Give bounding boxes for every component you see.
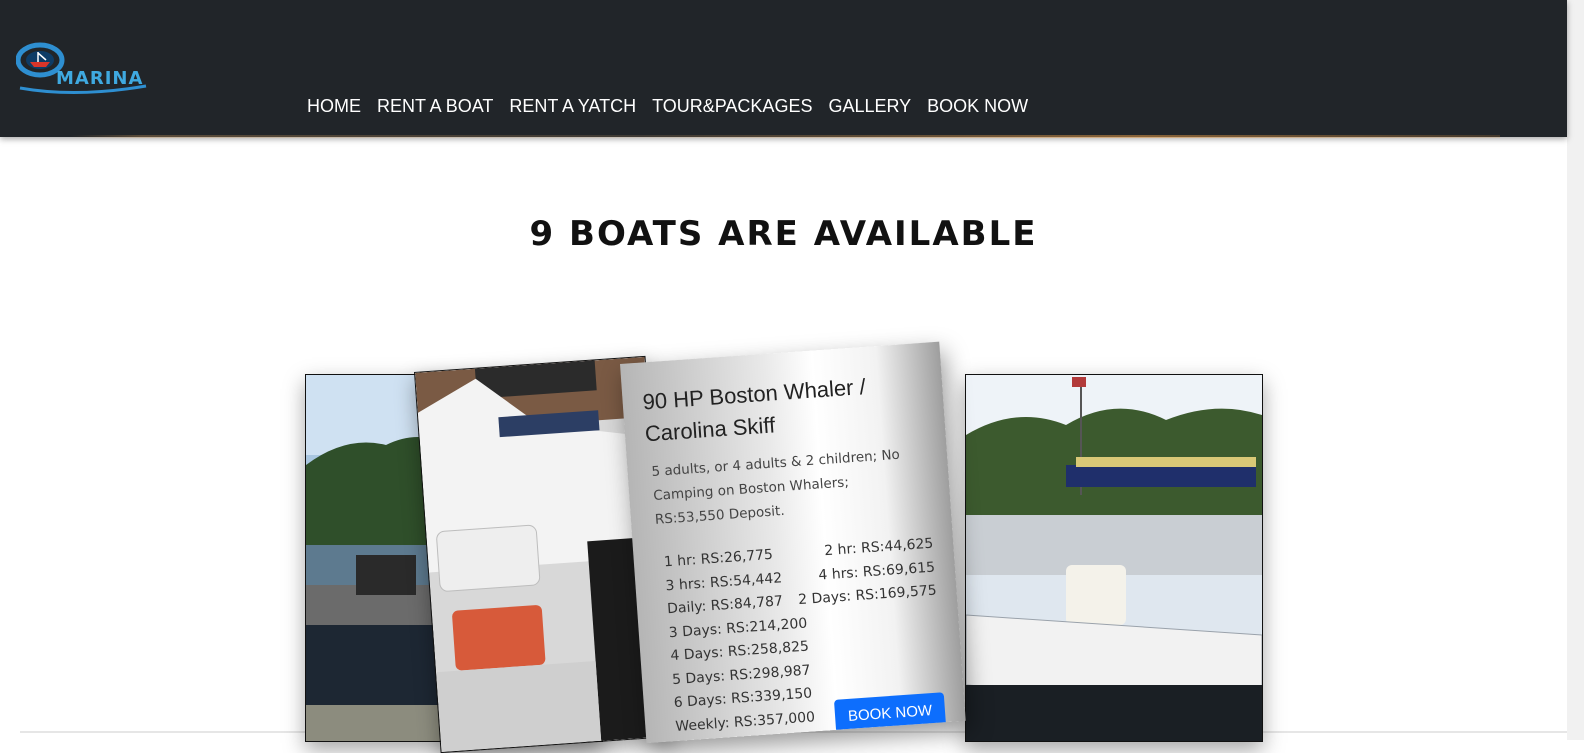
nav-home[interactable]: HOME xyxy=(307,96,361,117)
boat-description: 5 adults, or 4 adults & 2 children; No C… xyxy=(651,446,901,528)
book-now-button[interactable]: BOOK NOW xyxy=(833,692,947,734)
boat-photo-canopy xyxy=(966,375,1262,741)
nav-gallery[interactable]: GALLERY xyxy=(828,96,911,117)
top-navbar: MARINA HOME RENT A BOAT RENT A YATCH TOU… xyxy=(0,0,1567,137)
boat-info-panel: 90 HP Boston Whaler / Carolina Skiff 5 a… xyxy=(620,341,966,744)
main-nav: HOME RENT A BOAT RENT A YATCH TOUR&PACKA… xyxy=(307,96,1044,117)
nav-book-now[interactable]: BOOK NOW xyxy=(927,96,1028,117)
logo-text: MARINA xyxy=(56,68,144,89)
navbar-accent-strip xyxy=(70,135,1500,138)
nav-rent-a-yatch[interactable]: RENT A YATCH xyxy=(509,96,636,117)
boat-title: 90 HP Boston Whaler / Carolina Skiff xyxy=(641,373,867,447)
nav-tour-packages[interactable]: TOUR&PACKAGES xyxy=(652,96,812,117)
nav-rent-a-boat[interactable]: RENT A BOAT xyxy=(377,96,493,117)
page-heading: 9 BOATS ARE AVAILABLE xyxy=(529,214,1038,254)
page-scrollbar[interactable] xyxy=(1567,0,1584,740)
marina-logo[interactable]: MARINA xyxy=(15,40,148,98)
boat-card-right[interactable] xyxy=(965,374,1263,742)
